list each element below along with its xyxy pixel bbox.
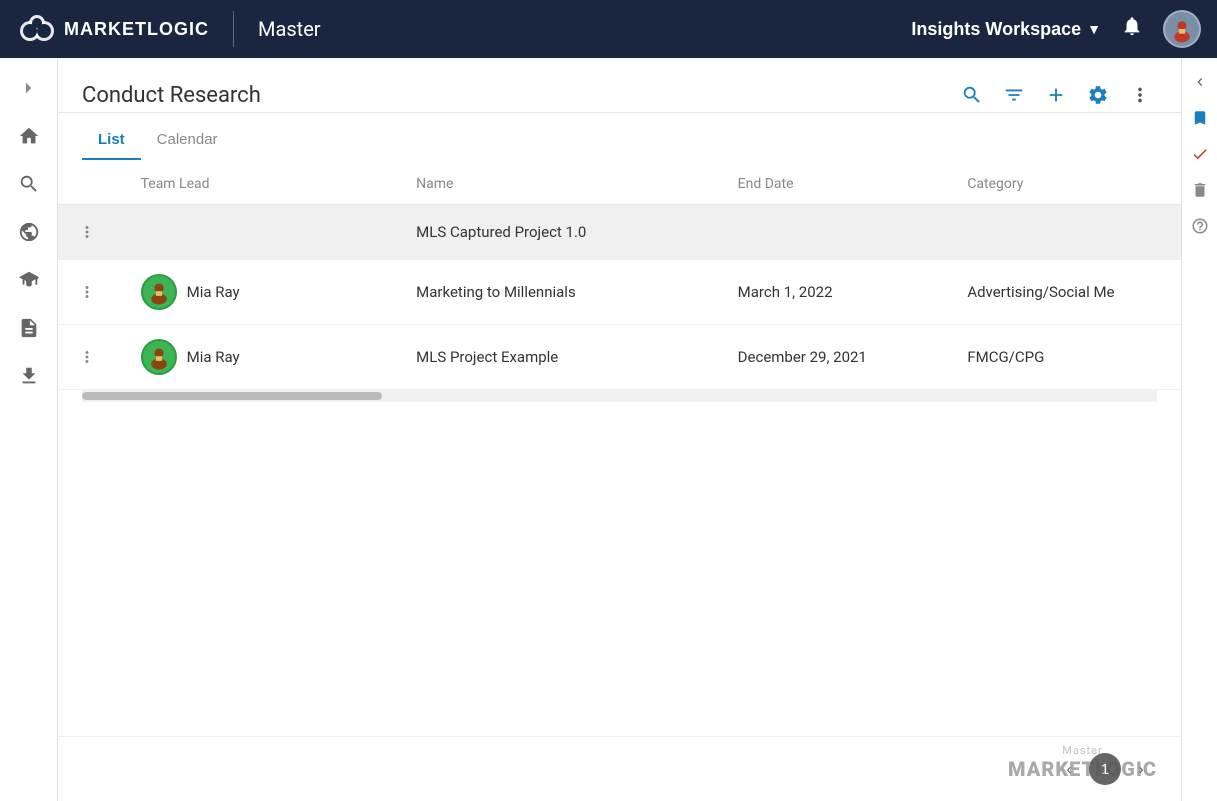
row-end-date-cell: December 29, 2021 xyxy=(722,325,952,390)
row-team-lead-cell: Mia Ray xyxy=(125,260,401,325)
watermark: Master MARKETLOGIC xyxy=(1008,744,1157,781)
logo-section: MARKETLOGIC Master xyxy=(16,11,321,47)
top-navigation: MARKETLOGIC Master Insights Workspace ▼ xyxy=(0,0,1217,58)
instance-name: Master xyxy=(258,17,321,41)
search-button[interactable] xyxy=(955,78,989,112)
sidebar-item-search[interactable] xyxy=(7,162,51,206)
sidebar-item-home[interactable] xyxy=(7,114,51,158)
page-header: Conduct Research xyxy=(58,58,1181,113)
right-trash-button[interactable] xyxy=(1184,174,1216,206)
header-actions xyxy=(955,78,1157,112)
row-end-date-cell: March 1, 2022 xyxy=(722,260,952,325)
sidebar-expand-button[interactable] xyxy=(7,66,51,110)
row-category-cell: Advertising/Social Me xyxy=(951,260,1181,325)
tab-bar: List Calendar xyxy=(58,121,1181,160)
row-name-cell: MLS Captured Project 1.0 xyxy=(400,205,722,260)
avatar xyxy=(141,274,177,310)
row-name-cell: MLS Project Example xyxy=(400,325,722,390)
add-button[interactable] xyxy=(1039,78,1073,112)
sidebar-item-upload[interactable] xyxy=(7,354,51,398)
row-menu-cell xyxy=(58,325,125,390)
row-menu-button[interactable] xyxy=(74,219,100,245)
filter-button[interactable] xyxy=(997,78,1031,112)
table-header-row: Team Lead Name End Date Category xyxy=(58,160,1181,205)
row-end-date-cell xyxy=(722,205,952,260)
col-header-name[interactable]: Name xyxy=(400,160,722,205)
top-nav-right: Insights Workspace ▼ xyxy=(911,10,1201,48)
row-menu-button[interactable] xyxy=(74,279,100,305)
content-area: Conduct Research Li xyxy=(58,58,1181,801)
table-row[interactable]: MLS Captured Project 1.0 xyxy=(58,205,1181,260)
user-avatar-button[interactable] xyxy=(1163,10,1201,48)
sidebar-item-learn[interactable] xyxy=(7,258,51,302)
sidebar-item-globe[interactable] xyxy=(7,210,51,254)
data-table: Team Lead Name End Date Category xyxy=(58,160,1181,390)
right-tasks-button[interactable] xyxy=(1184,138,1216,170)
logo[interactable]: MARKETLOGIC xyxy=(16,11,209,47)
settings-button[interactable] xyxy=(1081,78,1115,112)
user-name: Mia Ray xyxy=(187,283,240,301)
row-menu-cell xyxy=(58,260,125,325)
col-header-end-date[interactable]: End Date xyxy=(722,160,952,205)
user-name: Mia Ray xyxy=(187,348,240,366)
row-team-lead-cell: Mia Ray xyxy=(125,325,401,390)
right-bookmark-button[interactable] xyxy=(1184,102,1216,134)
team-lead-info: Mia Ray xyxy=(141,339,385,375)
right-sidebar xyxy=(1181,58,1217,801)
col-header-team-lead[interactable]: Team Lead xyxy=(125,160,401,205)
row-category-cell: FMCG/CPG xyxy=(951,325,1181,390)
right-help-button[interactable] xyxy=(1184,210,1216,242)
row-team-lead-cell xyxy=(125,205,401,260)
row-name-cell: Marketing to Millennials xyxy=(400,260,722,325)
main-layout: Conduct Research Li xyxy=(0,58,1217,801)
workspace-label: Insights Workspace xyxy=(911,19,1081,40)
sidebar-item-reports[interactable] xyxy=(7,306,51,350)
logo-icon xyxy=(16,11,58,47)
workspace-selector[interactable]: Insights Workspace ▼ xyxy=(911,19,1101,40)
horizontal-scrollbar[interactable] xyxy=(82,390,1157,402)
more-button[interactable] xyxy=(1123,78,1157,112)
left-sidebar xyxy=(0,58,58,801)
scrollbar-thumb[interactable] xyxy=(82,392,382,400)
page-title: Conduct Research xyxy=(82,83,955,108)
watermark-brand: MARKETLOGIC xyxy=(1008,757,1157,781)
row-category-cell xyxy=(951,205,1181,260)
team-lead-info: Mia Ray xyxy=(141,274,385,310)
logo-text: MARKETLOGIC xyxy=(64,19,209,40)
avatar xyxy=(141,339,177,375)
logo-separator xyxy=(233,11,234,47)
watermark-sub: Master xyxy=(1062,744,1102,757)
table-row[interactable]: Mia Ray Marketing to Millennials March 1… xyxy=(58,260,1181,325)
table-container[interactable]: Team Lead Name End Date Category xyxy=(58,160,1181,736)
right-collapse-button[interactable] xyxy=(1184,66,1216,98)
tab-list[interactable]: List xyxy=(82,121,141,160)
col-header-category[interactable]: Category xyxy=(951,160,1181,205)
table-row[interactable]: Mia Ray MLS Project Example December 29,… xyxy=(58,325,1181,390)
row-menu-cell xyxy=(58,205,125,260)
col-header-menu xyxy=(58,160,125,205)
row-menu-button[interactable] xyxy=(74,344,100,370)
notifications-button[interactable] xyxy=(1117,11,1147,47)
tab-calendar[interactable]: Calendar xyxy=(141,121,234,160)
chevron-down-icon: ▼ xyxy=(1087,21,1101,37)
